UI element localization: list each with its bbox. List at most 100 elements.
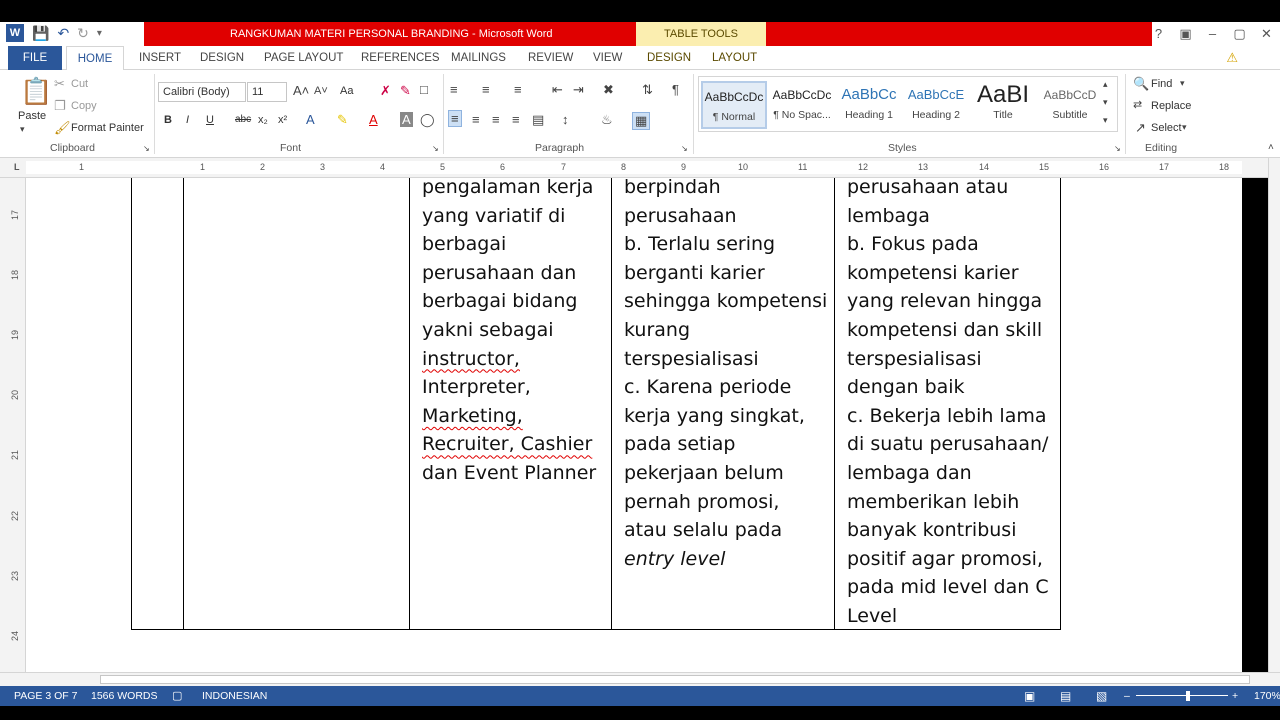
proofing-icon[interactable]: ▢ bbox=[172, 686, 182, 706]
align-right-icon[interactable]: ≡ bbox=[492, 112, 500, 127]
tab-mailings[interactable]: MAILINGS bbox=[451, 46, 506, 70]
distributed-icon[interactable]: ▤ bbox=[532, 112, 544, 128]
enclose-character-icon[interactable]: ◯ bbox=[420, 112, 435, 128]
undo-icon[interactable]: ↶ bbox=[57, 25, 69, 42]
horizontal-scrollbar[interactable] bbox=[0, 672, 1280, 686]
character-shading-icon[interactable]: A bbox=[400, 112, 413, 127]
superscript-button[interactable]: x² bbox=[278, 114, 287, 126]
warning-icon[interactable]: ⚠ bbox=[1226, 50, 1238, 66]
format-painter-icon[interactable]: 🖌 bbox=[54, 120, 71, 136]
asian-layout-icon[interactable]: ✖ bbox=[603, 82, 614, 98]
tab-selector-icon[interactable]: L bbox=[14, 162, 20, 172]
increase-indent-icon[interactable]: ⇥ bbox=[573, 82, 584, 98]
style-title[interactable]: AaBI Title bbox=[970, 81, 1036, 129]
horizontal-scroll-thumb[interactable] bbox=[100, 675, 1250, 684]
italic-button[interactable]: I bbox=[186, 114, 189, 126]
close-button[interactable]: ✕ bbox=[1253, 22, 1280, 46]
styles-scroll-up-icon[interactable]: ▴ bbox=[1103, 79, 1108, 90]
help-button[interactable]: ? bbox=[1145, 22, 1172, 46]
replace-button[interactable]: Replace bbox=[1151, 100, 1191, 112]
style-subtitle[interactable]: AaBbCcD Subtitle bbox=[1037, 81, 1103, 129]
text-effects-icon[interactable]: ✎ bbox=[400, 83, 411, 99]
styles-more-icon[interactable]: ▾ bbox=[1103, 115, 1108, 126]
customize-qat-icon[interactable]: ▾ bbox=[97, 28, 102, 39]
style-heading-1[interactable]: AaBbCc Heading 1 bbox=[836, 81, 902, 129]
read-mode-icon[interactable]: ▣ bbox=[1024, 686, 1035, 706]
bold-button[interactable]: B bbox=[164, 114, 172, 126]
paste-icon[interactable]: 📋 bbox=[20, 76, 52, 107]
select-icon[interactable]: ↗ bbox=[1135, 120, 1146, 136]
sort-icon[interactable]: ⇅ bbox=[642, 82, 653, 98]
shrink-font-icon[interactable]: A˅ bbox=[314, 85, 328, 97]
change-case-button[interactable]: Aa bbox=[340, 85, 353, 97]
cut-icon[interactable]: ✂ bbox=[54, 76, 65, 92]
font-name-box[interactable]: Calibri (Body) bbox=[158, 82, 246, 102]
clear-formatting-icon[interactable]: ✗ bbox=[380, 83, 391, 99]
tab-insert[interactable]: INSERT bbox=[139, 46, 181, 70]
find-icon[interactable]: 🔍 bbox=[1133, 76, 1149, 92]
word-count[interactable]: 1566 WORDS bbox=[91, 686, 158, 706]
language-indicator[interactable]: INDONESIAN bbox=[202, 686, 267, 706]
redo-icon[interactable]: ↻ bbox=[77, 25, 89, 42]
zoom-level[interactable]: 170% bbox=[1254, 686, 1280, 706]
tab-file[interactable]: FILE bbox=[8, 46, 62, 70]
tab-table-design[interactable]: DESIGN bbox=[647, 46, 691, 70]
paste-dropdown-icon[interactable]: ▾ bbox=[20, 124, 25, 135]
decrease-indent-icon[interactable]: ⇤ bbox=[552, 82, 563, 98]
select-button[interactable]: Select bbox=[1151, 122, 1182, 134]
web-layout-icon[interactable]: ▧ bbox=[1096, 686, 1107, 706]
tab-table-layout[interactable]: LAYOUT bbox=[712, 46, 757, 70]
tab-design[interactable]: DESIGN bbox=[200, 46, 244, 70]
text-effects-a-icon[interactable]: A bbox=[306, 112, 315, 127]
vertical-ruler[interactable]: 17 18 19 20 21 22 23 24 bbox=[0, 178, 26, 672]
horizontal-ruler[interactable]: L 1 1 2 3 4 5 6 7 8 9 10 11 12 13 14 15 … bbox=[0, 158, 1280, 178]
paragraph-launcher-icon[interactable]: ↘ bbox=[681, 144, 688, 153]
align-left-icon[interactable]: ≡ bbox=[448, 110, 462, 127]
shading-icon[interactable]: ♨ bbox=[601, 112, 613, 128]
find-button[interactable]: Find bbox=[1151, 78, 1172, 90]
clipboard-launcher-icon[interactable]: ↘ bbox=[143, 144, 150, 153]
collapse-ribbon-icon[interactable]: ˄ bbox=[1268, 142, 1274, 153]
select-dropdown-icon[interactable]: ▾ bbox=[1182, 122, 1187, 133]
find-dropdown-icon[interactable]: ▾ bbox=[1180, 78, 1185, 89]
copy-button[interactable]: Copy bbox=[71, 100, 97, 112]
font-launcher-icon[interactable]: ↘ bbox=[432, 144, 439, 153]
tab-page-layout[interactable]: PAGE LAYOUT bbox=[264, 46, 343, 70]
zoom-slider-track[interactable] bbox=[1136, 695, 1228, 696]
minimize-button[interactable]: – bbox=[1199, 22, 1226, 46]
format-painter-button[interactable]: Format Painter bbox=[71, 122, 144, 134]
justify-icon[interactable]: ≡ bbox=[512, 112, 520, 127]
tab-home[interactable]: HOME bbox=[66, 46, 124, 71]
subscript-button[interactable]: x₂ bbox=[258, 114, 268, 126]
vertical-scrollbar[interactable] bbox=[1268, 158, 1280, 672]
word-app-icon[interactable]: W bbox=[6, 24, 24, 42]
print-layout-icon[interactable]: ▤ bbox=[1060, 686, 1071, 706]
style-no-spacing[interactable]: AaBbCcDc ¶ No Spac... bbox=[769, 81, 835, 129]
bullets-icon[interactable]: ≡ bbox=[450, 82, 458, 97]
tab-view[interactable]: VIEW bbox=[593, 46, 622, 70]
multilevel-list-icon[interactable]: ≡ bbox=[514, 82, 522, 97]
table-cell-col4[interactable]: berpindah perusahaan b. Terlalu sering b… bbox=[624, 178, 827, 573]
tab-references[interactable]: REFERENCES bbox=[361, 46, 440, 70]
cut-button[interactable]: Cut bbox=[71, 78, 88, 90]
zoom-slider-thumb[interactable] bbox=[1186, 691, 1190, 701]
table-cell-col3[interactable]: pengalaman kerja yang variatif di berbag… bbox=[422, 178, 596, 488]
copy-icon[interactable]: ❐ bbox=[54, 98, 66, 114]
document-page[interactable]: pengalaman kerja yang variatif di berbag… bbox=[26, 178, 1242, 672]
styles-launcher-icon[interactable]: ↘ bbox=[1114, 144, 1121, 153]
font-color-icon[interactable]: A bbox=[369, 112, 378, 127]
font-size-box[interactable]: 11 bbox=[247, 82, 287, 102]
grow-font-icon[interactable]: A˄ bbox=[293, 83, 309, 98]
ribbon-display-button[interactable]: ▣ bbox=[1172, 22, 1199, 46]
replace-icon[interactable]: ⇄ bbox=[1133, 98, 1142, 111]
highlight-icon[interactable]: ✎ bbox=[337, 112, 348, 128]
strikethrough-button[interactable]: abc bbox=[235, 114, 251, 125]
save-icon[interactable]: 💾 bbox=[32, 25, 49, 42]
style-normal[interactable]: AaBbCcDc ¶ Normal bbox=[701, 81, 767, 129]
show-marks-icon[interactable]: ¶ bbox=[672, 82, 679, 97]
paste-button[interactable]: Paste bbox=[18, 110, 46, 122]
line-spacing-icon[interactable]: ↕ bbox=[562, 112, 569, 127]
restore-button[interactable]: ▢ bbox=[1226, 22, 1253, 46]
table-cell-col5[interactable]: perusahaan atau lembaga b. Fokus pada ko… bbox=[847, 178, 1049, 631]
numbering-icon[interactable]: ≡ bbox=[482, 82, 490, 97]
